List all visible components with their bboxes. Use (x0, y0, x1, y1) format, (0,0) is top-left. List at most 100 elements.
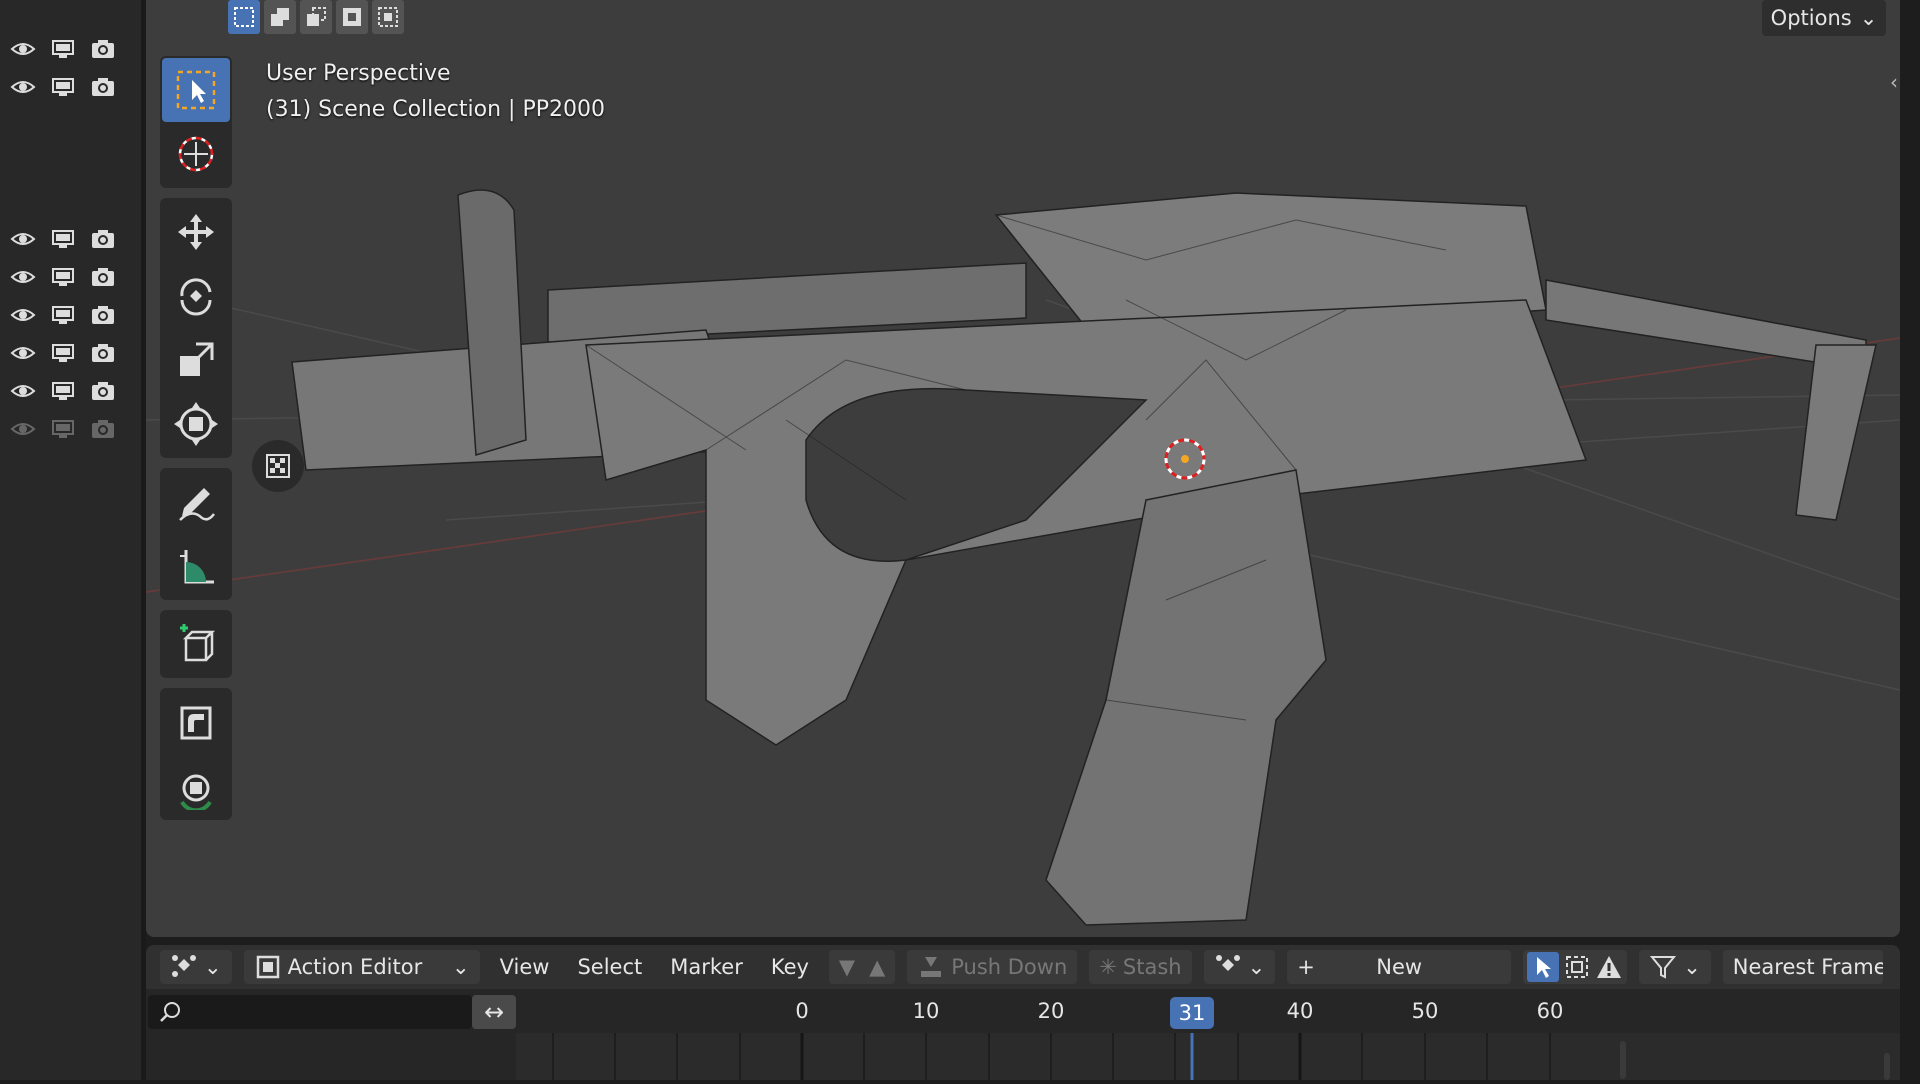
measure-tool[interactable] (162, 534, 230, 598)
tool-shelf (160, 56, 232, 830)
triangle-up-icon[interactable]: ▲ (869, 955, 885, 979)
select-box-tool[interactable] (162, 58, 230, 122)
select-subtract-icon (307, 7, 326, 26)
monitor-icon[interactable] (50, 266, 76, 288)
eye-icon[interactable] (10, 76, 36, 98)
keyframe-track-area[interactable] (516, 1033, 1900, 1080)
select-intersect-icon (378, 7, 398, 27)
filter-dropdown[interactable]: ⌄ (1639, 950, 1711, 984)
plus-icon: + (1297, 955, 1315, 979)
monitor-icon[interactable] (50, 342, 76, 364)
spin-tool[interactable] (162, 754, 230, 818)
dopesheet-area[interactable]: ↔ 0 10 20 40 50 60 31 (146, 989, 1900, 1080)
layer-arrows[interactable]: ▼ ▲ (828, 950, 896, 984)
select-new-icon (234, 7, 254, 27)
monitor-icon[interactable] (50, 38, 76, 60)
camera-icon[interactable] (90, 228, 116, 250)
new-action-button[interactable]: + New (1287, 950, 1512, 984)
move-tool[interactable] (162, 200, 230, 264)
select-intersect-button[interactable] (372, 0, 404, 34)
camera-icon[interactable] (90, 266, 116, 288)
menu-select[interactable]: Select (569, 955, 650, 979)
perspective-label: User Perspective (266, 61, 451, 86)
3d-viewport[interactable]: User Perspective (31) Scene Collection |… (146, 0, 1900, 937)
triangle-down-icon[interactable]: ▼ (839, 955, 855, 979)
annotate-tool[interactable] (162, 470, 230, 534)
eye-icon[interactable] (10, 304, 36, 326)
warning-icon[interactable] (1595, 953, 1623, 981)
scale-tool[interactable] (162, 328, 230, 392)
monitor-icon[interactable] (50, 380, 76, 402)
swap-arrows-icon[interactable]: ↔ (472, 995, 516, 1029)
collection-label: (31) Scene Collection | PP2000 (266, 97, 605, 122)
camera-icon[interactable] (90, 38, 116, 60)
stash-label: Stash (1122, 955, 1182, 979)
push-down-button[interactable]: Push Down (907, 950, 1078, 984)
camera-icon[interactable] (90, 304, 116, 326)
menu-key[interactable]: Key (763, 955, 817, 979)
select-subtract-button[interactable] (300, 0, 332, 34)
cursor-tool[interactable] (162, 122, 230, 186)
funnel-icon (1650, 956, 1677, 979)
keyframe-mode-icon (172, 955, 196, 977)
select-new-button[interactable] (228, 0, 260, 34)
add-cube-tool[interactable] (162, 612, 230, 676)
eye-icon[interactable] (10, 342, 36, 364)
camera-icon[interactable] (90, 380, 116, 402)
current-frame-indicator[interactable]: 31 (1170, 997, 1214, 1029)
action-icon (1215, 955, 1240, 971)
monitor-icon[interactable] (50, 228, 76, 250)
transform-icon (174, 402, 218, 446)
snowflake-icon: ✳ (1099, 955, 1117, 979)
frame-tick: 10 (912, 999, 940, 1023)
menu-view[interactable]: View (492, 955, 558, 979)
chevron-down-icon: ⌄ (204, 955, 222, 979)
frame-ruler[interactable]: 0 10 20 40 50 60 31 (516, 989, 1900, 1033)
chevron-left-icon[interactable]: ‹ (1890, 70, 1898, 94)
outliner-row (10, 300, 116, 330)
chevron-down-icon: ⌄ (452, 955, 470, 979)
search-icon (160, 1002, 180, 1022)
eye-icon[interactable] (10, 380, 36, 402)
transform-tool[interactable] (162, 392, 230, 456)
channel-search-field[interactable] (148, 995, 472, 1029)
monitor-icon[interactable] (50, 418, 76, 440)
rotate-icon (180, 278, 212, 316)
snap-mode-label: Nearest Frame (1732, 955, 1883, 979)
select-extend-button[interactable] (264, 0, 296, 34)
checker-icon (266, 454, 290, 478)
monitor-icon[interactable] (50, 304, 76, 326)
only-selected-toggle[interactable] (1527, 952, 1560, 982)
outliner-row-disabled (10, 414, 116, 444)
snap-mode-dropdown[interactable]: Nearest Frame (1722, 950, 1883, 984)
gun-model (291, 189, 1877, 926)
eye-icon[interactable] (10, 228, 36, 250)
monitor-icon[interactable] (50, 76, 76, 98)
stash-button[interactable]: ✳ Stash (1089, 950, 1192, 984)
eye-icon[interactable] (10, 418, 36, 440)
camera-icon[interactable] (90, 342, 116, 364)
annotate-icon (179, 488, 215, 521)
rotate-tool[interactable] (162, 264, 230, 328)
extrude-tool[interactable] (162, 690, 230, 754)
measure-icon (180, 550, 214, 584)
outliner-row (10, 262, 116, 292)
camera-icon[interactable] (90, 76, 116, 98)
playhead-line[interactable] (1190, 1033, 1194, 1080)
editor-type-dropdown[interactable]: Action Editor ⌄ (243, 950, 480, 984)
filter-toggles (1523, 950, 1628, 984)
checker-grid-toggle[interactable] (252, 440, 304, 492)
frame-tick: 20 (1037, 999, 1065, 1023)
mode-selector[interactable]: ⌄ (160, 950, 232, 984)
camera-icon[interactable] (90, 418, 116, 440)
action-selector[interactable]: ⌄ (1203, 950, 1276, 984)
options-dropdown[interactable]: Options ⌄ (1762, 0, 1886, 36)
menu-marker[interactable]: Marker (662, 955, 751, 979)
spin-icon (180, 774, 212, 810)
select-box-icon (176, 70, 216, 110)
eye-icon[interactable] (10, 38, 36, 60)
extrude-icon (180, 706, 212, 740)
select-invert-button[interactable] (336, 0, 368, 34)
eye-icon[interactable] (10, 266, 36, 288)
show-hidden-icon[interactable] (1563, 953, 1591, 981)
